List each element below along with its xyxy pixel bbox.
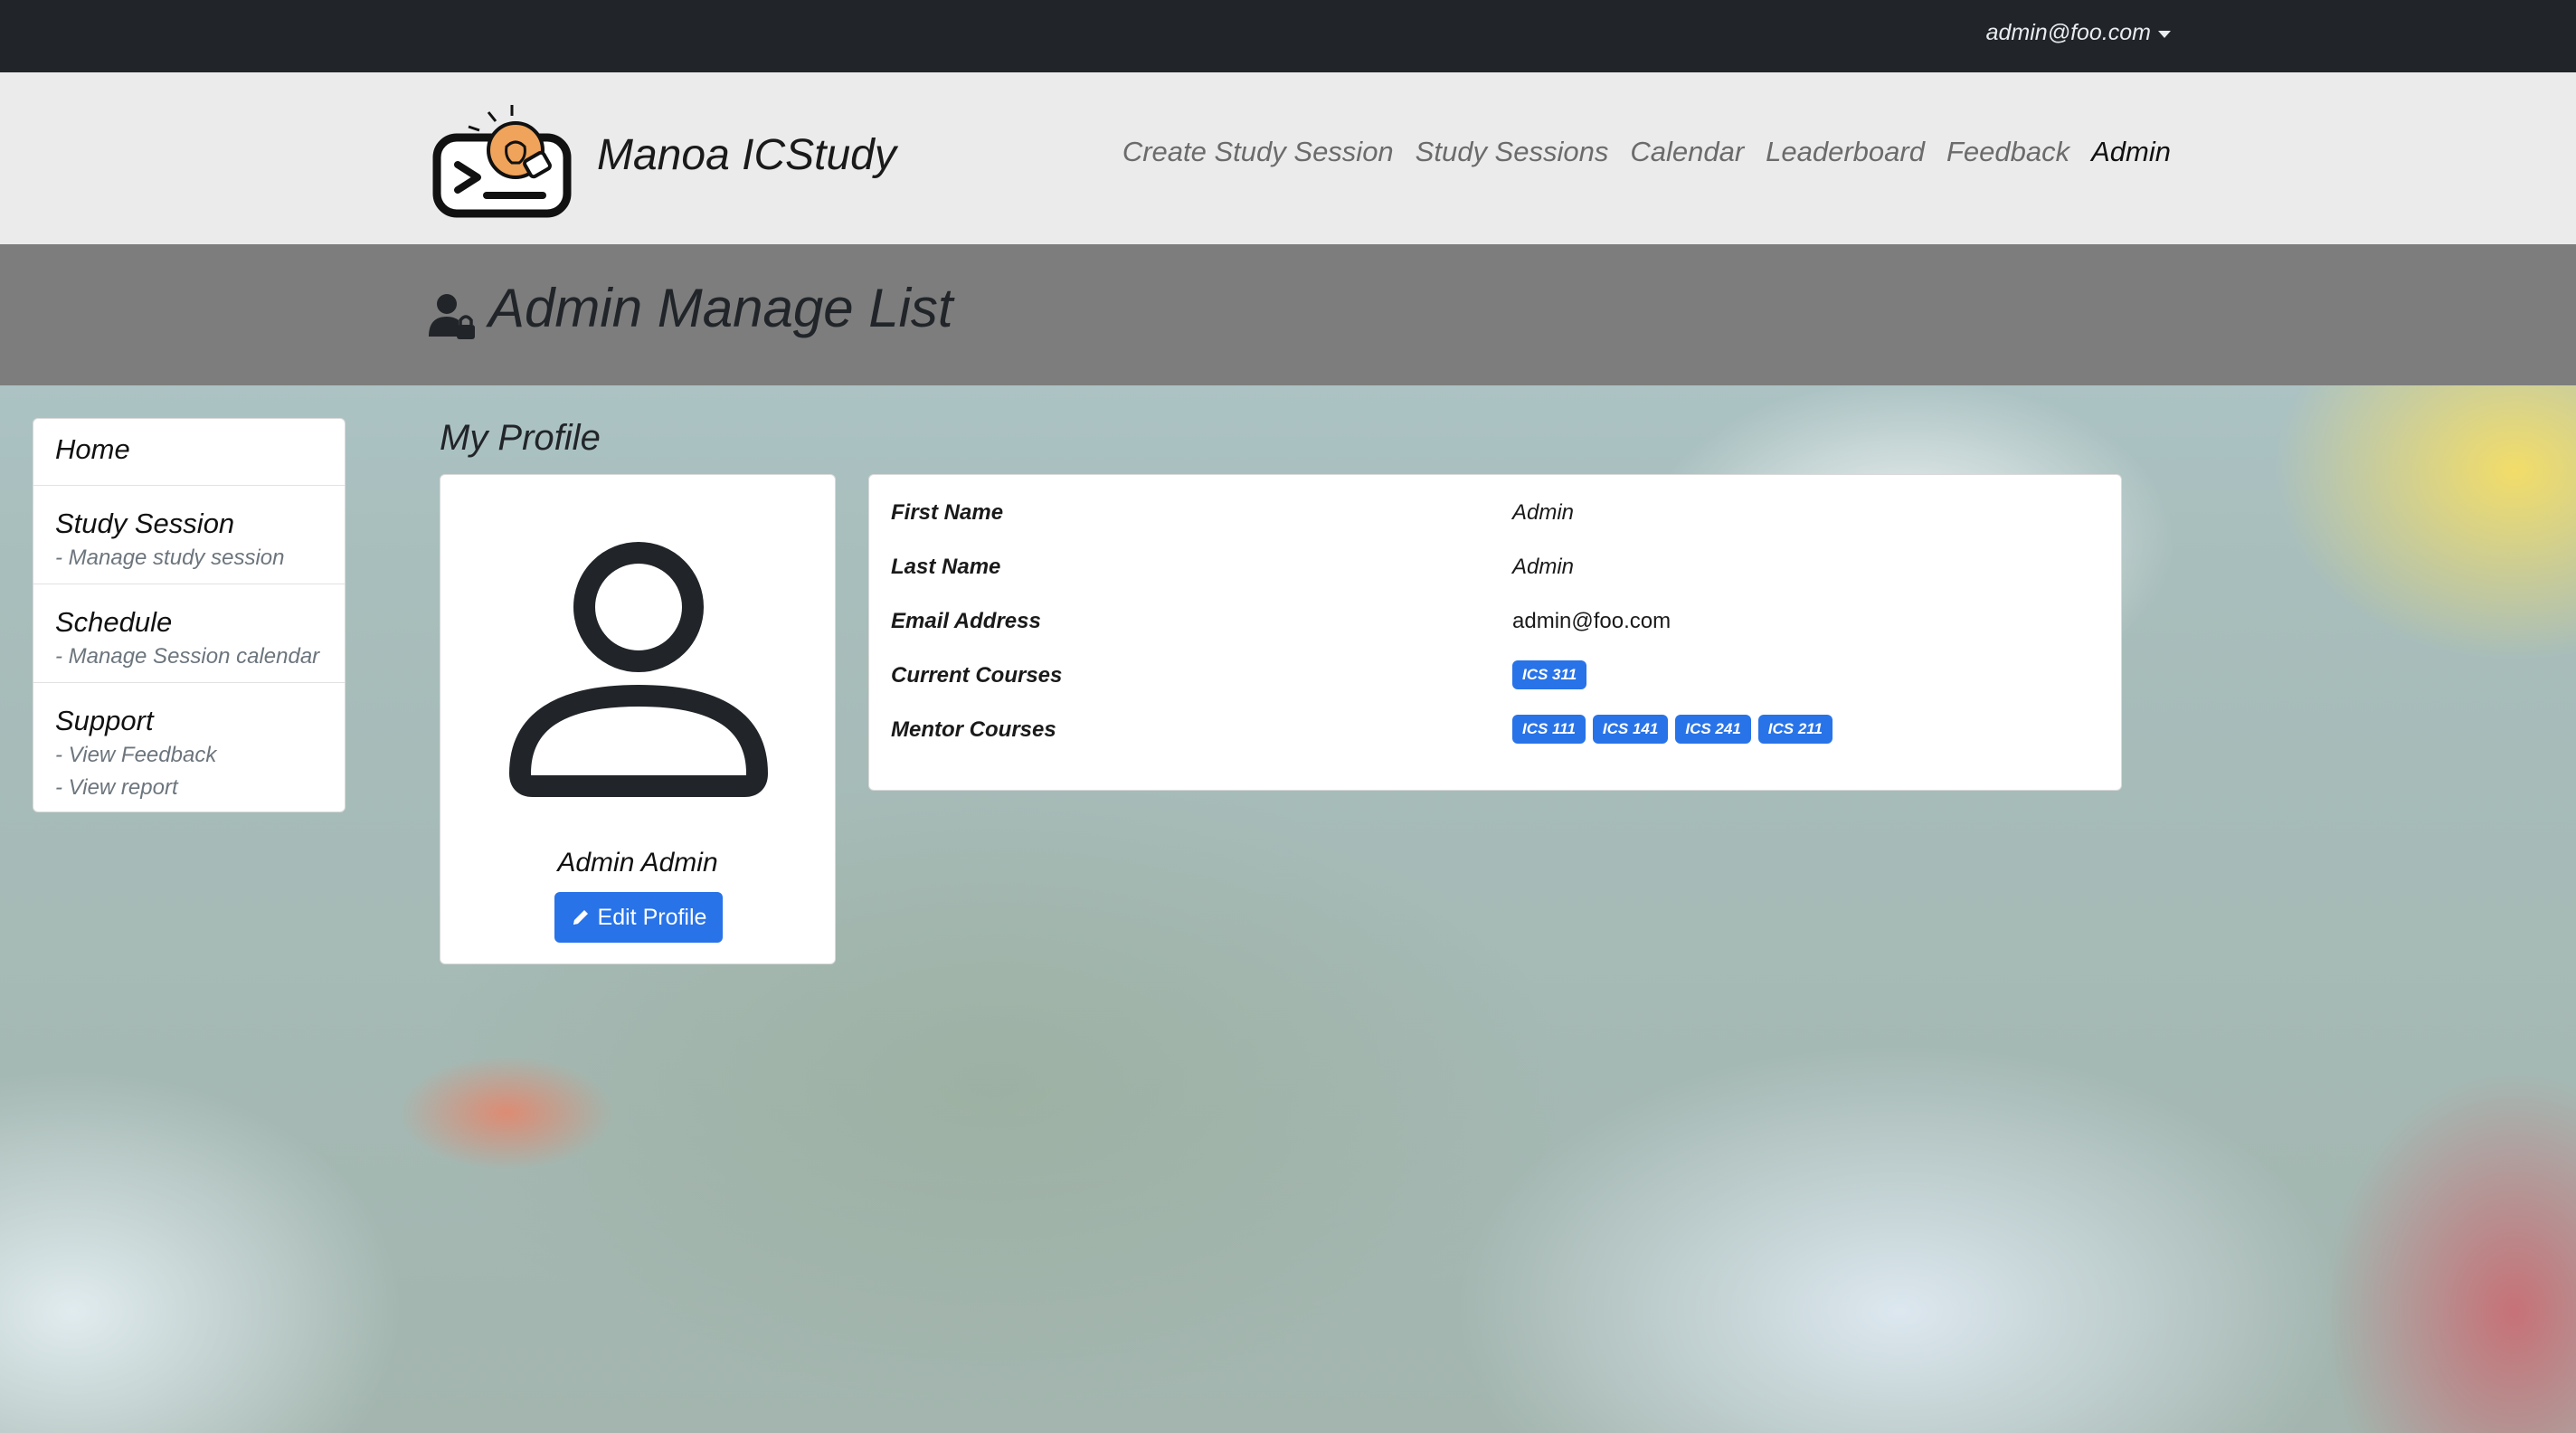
nav-feedback[interactable]: Feedback [1946,136,2069,168]
email-label: Email Address [891,609,1041,633]
detail-row-email: Email Address admin@foo.com [891,609,2103,645]
nav-study-sessions[interactable]: Study Sessions [1416,136,1609,168]
caret-down-icon [2158,30,2171,38]
top-bar: admin@foo.com [0,0,2576,72]
nav-create-study-session[interactable]: Create Study Session [1122,136,1394,168]
mentor-courses-label: Mentor Courses [891,717,1056,742]
course-badge: ICS 141 [1592,715,1669,744]
sidebar-item-support[interactable]: Support [55,703,323,739]
course-badge: ICS 311 [1512,660,1587,689]
edit-profile-button[interactable]: Edit Profile [554,892,723,943]
nav-calendar[interactable]: Calendar [1630,136,1744,168]
sidebar-item-study-session[interactable]: Study Session [55,506,323,542]
sidebar-item-schedule[interactable]: Schedule [55,604,323,641]
email-value: admin@foo.com [1512,609,1672,633]
main-navbar: Manoa ICStudy Create Study Session Study… [0,72,2576,244]
sidebar-link-view-report[interactable]: - View report [55,772,323,804]
nav-leaderboard[interactable]: Leaderboard [1766,136,1925,168]
first-name-label: First Name [891,500,1004,525]
logo-icon[interactable] [432,100,572,219]
sidebar-section-schedule: Schedule - Manage Session calendar [33,584,345,683]
first-name-value: Admin [1512,500,1575,525]
profile-name: Admin Admin [557,848,718,878]
profile-card: Admin Admin Edit Profile [440,474,836,964]
last-name-label: Last Name [891,555,1001,579]
sidebar: Home Study Session - Manage study sessio… [33,418,346,812]
user-dropdown[interactable]: admin@foo.com [1986,20,2171,46]
edit-profile-label: Edit Profile [597,904,707,930]
sidebar-section-support: Support - View Feedback - View report [33,683,345,811]
mentor-courses-badges: ICS 111 ICS 141 ICS 241 ICS 211 [1512,715,1833,744]
course-badge: ICS 211 [1757,715,1833,744]
current-courses-label: Current Courses [891,663,1063,688]
detail-row-mentor-courses: Mentor Courses ICS 111 ICS 141 ICS 241 I… [891,715,2103,754]
nav-links: Create Study Session Study Sessions Cale… [1122,136,2171,168]
nav-admin[interactable]: Admin [2091,136,2171,168]
page-header: Admin Manage List [0,244,2576,385]
sidebar-link-view-feedback[interactable]: - View Feedback [55,739,323,772]
last-name-value: Admin [1512,555,1575,579]
profile-details-card: First Name Admin Last Name Admin Email A… [868,474,2122,791]
sidebar-item-home[interactable]: Home [33,419,345,486]
page-title: Admin Manage List [488,278,953,338]
sidebar-link-manage-session-calendar[interactable]: - Manage Session calendar [55,641,323,673]
user-lock-icon [429,294,475,339]
profile-heading: My Profile [440,418,601,458]
detail-row-first-name: First Name Admin [891,500,2103,536]
course-badge: ICS 241 [1675,715,1751,744]
course-badge: ICS 111 [1512,715,1586,744]
current-courses-badges: ICS 311 [1512,660,1587,689]
user-email: admin@foo.com [1985,20,2151,45]
sidebar-section-study-session: Study Session - Manage study session [33,486,345,584]
avatar-user-icon [509,542,768,797]
detail-row-current-courses: Current Courses ICS 311 [891,660,2103,699]
detail-row-last-name: Last Name Admin [891,555,2103,591]
sidebar-link-manage-study-session[interactable]: - Manage study session [55,542,323,574]
pencil-icon [573,910,588,925]
brand-name[interactable]: Manoa ICStudy [597,130,896,180]
sidebar-home-label: Home [55,433,130,465]
